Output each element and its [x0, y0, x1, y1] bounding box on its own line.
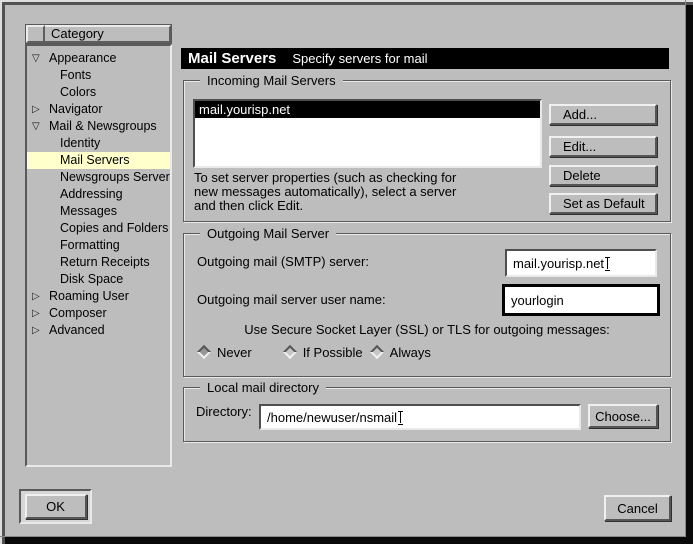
smtp-server-label: Outgoing mail (SMTP) server: [197, 254, 369, 269]
sidebar-item-label: Return Receipts [60, 255, 150, 269]
sidebar-item-formatting[interactable]: Formatting [27, 237, 170, 254]
sidebar-item-copies-and-folders[interactable]: Copies and Folders [27, 220, 170, 237]
delete-button[interactable]: Delete [549, 165, 657, 186]
smtp-user-label: Outgoing mail server user name: [197, 292, 386, 307]
category-tree[interactable]: ▽ Appearance Fonts Colors ▷ Navigator ▽ Mail & … [25, 44, 172, 467]
sidebar-item-label: Formatting [60, 238, 120, 252]
sidebar-item-addressing[interactable]: Addressing [27, 186, 170, 203]
sidebar-item-mail-newsgroups[interactable]: ▽ Mail & Newsgroups [27, 118, 170, 135]
incoming-help-line: new messages automatically), select a se… [194, 185, 456, 199]
chevron-right-icon[interactable]: ▷ [32, 101, 40, 118]
sidebar-item-mail-servers[interactable]: Mail Servers [27, 152, 170, 169]
sidebar-item-newsgroups-servers[interactable]: Newsgroups Servers [27, 169, 170, 186]
sidebar-item-messages[interactable]: Messages [27, 203, 170, 220]
smtp-user-input[interactable]: yourlogin [502, 284, 660, 316]
ssl-radio-label: If Possible [303, 345, 363, 360]
sidebar-item-label: Newsgroups Servers [60, 170, 170, 184]
ssl-radio-never[interactable]: Never [197, 345, 252, 360]
sidebar-item-advanced[interactable]: ▷ Advanced [27, 322, 170, 339]
ssl-radio-always[interactable]: Always [370, 345, 431, 360]
chevron-right-icon[interactable]: ▷ [32, 305, 40, 322]
incoming-group-legend: Incoming Mail Servers [200, 73, 343, 88]
chevron-down-icon[interactable]: ▽ [32, 118, 40, 135]
sidebar-item-label: Fonts [60, 68, 91, 82]
category-header-label: Category [45, 25, 171, 43]
directory-input[interactable]: /home/newuser/nsmail [259, 404, 581, 430]
category-header-spacer [26, 25, 45, 43]
ssl-radio-if-possible[interactable]: If Possible [283, 345, 363, 360]
radio-unselected-icon[interactable] [370, 345, 384, 359]
sidebar-item-roaming-user[interactable]: ▷ Roaming User [27, 288, 170, 305]
category-header: Category [25, 24, 172, 44]
sidebar-item-label: Messages [60, 204, 117, 218]
ssl-radio-group: Never If Possible Always [197, 343, 431, 361]
sidebar-item-return-receipts[interactable]: Return Receipts [27, 254, 170, 271]
local-mail-directory-group: Local mail directory Directory: /home/ne… [183, 387, 671, 442]
sidebar-item-label: Composer [49, 306, 107, 320]
sidebar-item-label: Disk Space [60, 272, 123, 286]
sidebar-item-label: Mail & Newsgroups [49, 119, 157, 133]
directory-value: /home/newuser/nsmail [267, 410, 397, 425]
edit-button[interactable]: Edit... [549, 136, 657, 157]
server-list-item[interactable]: mail.yourisp.net [195, 101, 540, 118]
incoming-help-line: and then click Edit. [194, 199, 456, 213]
incoming-help-line: To set server properties (such as checki… [194, 171, 456, 185]
sidebar-item-label: Copies and Folders [60, 221, 168, 235]
smtp-server-input[interactable]: mail.yourisp.net [505, 249, 657, 277]
incoming-button-column: Add... Edit... Delete Set as Default [549, 104, 657, 214]
incoming-servers-listbox[interactable]: mail.yourisp.net [193, 99, 542, 168]
chevron-right-icon[interactable]: ▷ [32, 322, 40, 339]
window-inner-line-bottom [0, 536, 686, 537]
chevron-down-icon[interactable]: ▽ [32, 50, 40, 67]
radio-unselected-icon[interactable] [283, 345, 297, 359]
ok-button[interactable]: OK [25, 494, 87, 519]
sidebar-item-appearance[interactable]: ▽ Appearance [27, 50, 170, 67]
preferences-dialog: { "header": { "title": "Mail Servers", "… [0, 0, 693, 544]
sidebar-item-navigator[interactable]: ▷ Navigator [27, 101, 170, 118]
window-inner-line-right [685, 0, 686, 537]
sidebar-item-label: Navigator [49, 102, 103, 116]
cancel-button[interactable]: Cancel [604, 495, 671, 521]
sidebar-item-colors[interactable]: Colors [27, 84, 170, 101]
incoming-mail-servers-group: Incoming Mail Servers mail.yourisp.net T… [183, 80, 671, 222]
outgoing-mail-server-group: Outgoing Mail Server Outgoing mail (SMTP… [183, 233, 671, 377]
text-cursor-icon [398, 410, 403, 424]
incoming-help-text: To set server properties (such as checki… [194, 171, 456, 213]
directory-label: Directory: [196, 404, 252, 419]
radio-selected-icon[interactable] [197, 345, 211, 359]
local-group-legend: Local mail directory [200, 380, 326, 395]
sidebar-item-label: Mail Servers [60, 153, 129, 167]
ssl-radio-label: Always [390, 345, 431, 360]
ssl-radio-label: Never [217, 345, 252, 360]
page-title: Mail Servers [188, 50, 276, 67]
text-cursor-icon [605, 256, 610, 270]
sidebar-item-label: Appearance [49, 51, 116, 65]
smtp-user-value: yourlogin [511, 293, 564, 308]
sidebar-item-label: Advanced [49, 323, 105, 337]
page-subtitle: Specify servers for mail [292, 51, 427, 66]
default-button-ring: OK [19, 489, 92, 524]
sidebar-item-composer[interactable]: ▷ Composer [27, 305, 170, 322]
sidebar-item-label: Identity [60, 136, 100, 150]
smtp-server-value: mail.yourisp.net [513, 256, 604, 271]
sidebar-item-identity[interactable]: Identity [27, 135, 170, 152]
sidebar-item-label: Roaming User [49, 289, 129, 303]
sidebar-item-fonts[interactable]: Fonts [27, 67, 170, 84]
outgoing-group-legend: Outgoing Mail Server [200, 226, 336, 241]
ssl-tls-label: Use Secure Socket Layer (SSL) or TLS for… [184, 322, 670, 337]
set-as-default-button[interactable]: Set as Default [549, 193, 657, 214]
add-button[interactable]: Add... [549, 104, 657, 125]
choose-button[interactable]: Choose... [588, 404, 658, 428]
sidebar-item-disk-space[interactable]: Disk Space [27, 271, 170, 288]
sidebar-item-label: Colors [60, 85, 96, 99]
page-title-bar: Mail Servers Specify servers for mail [181, 48, 669, 69]
sidebar-item-label: Addressing [60, 187, 123, 201]
chevron-right-icon[interactable]: ▷ [32, 288, 40, 305]
